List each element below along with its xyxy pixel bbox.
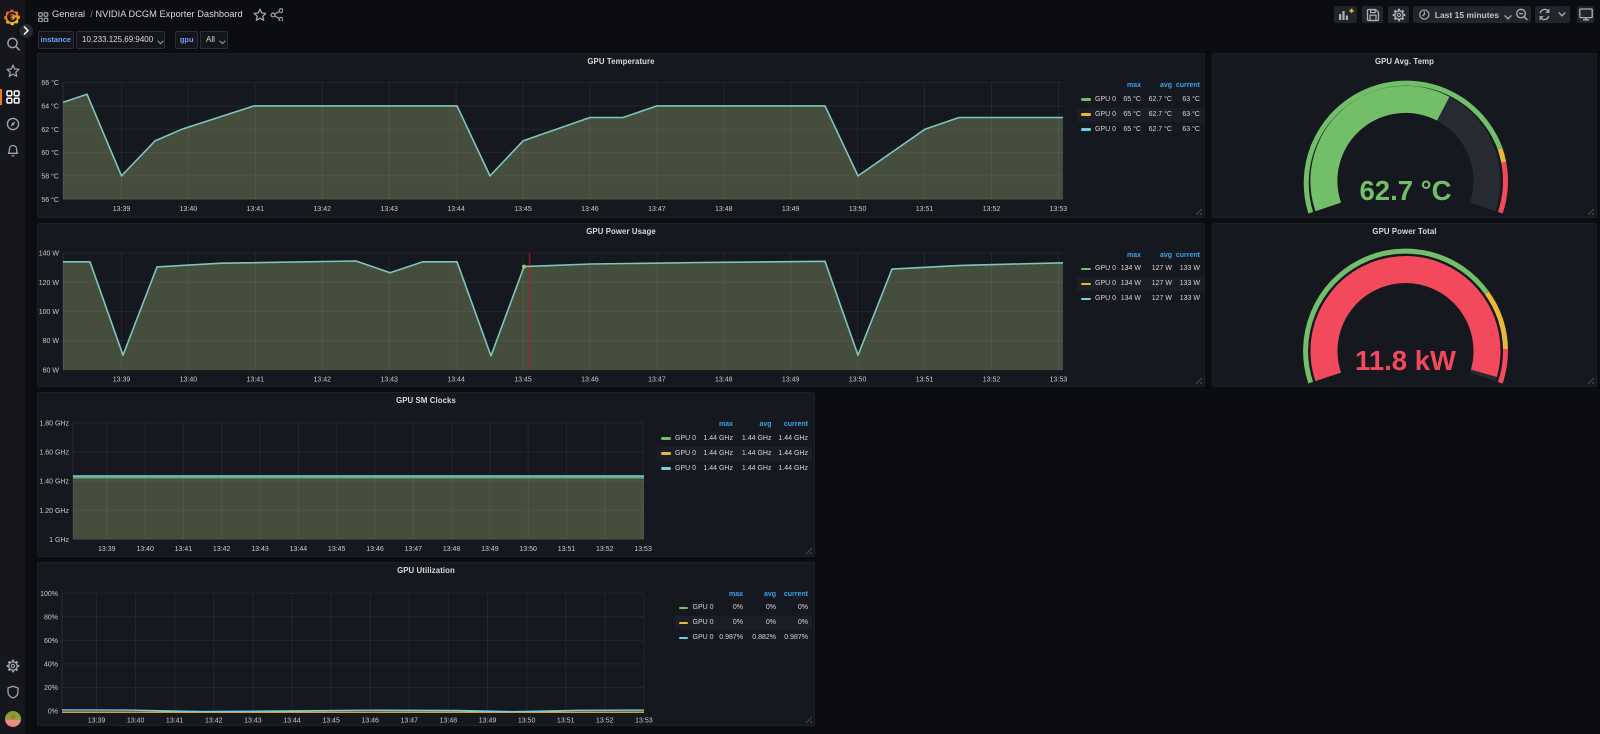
svg-text:64 °C: 64 °C [41,103,59,111]
svg-text:13:50: 13:50 [519,546,537,553]
svg-text:13:39: 13:39 [113,206,131,213]
svg-text:120 W: 120 W [39,279,60,286]
svg-text:13:39: 13:39 [113,376,131,383]
svg-text:13:47: 13:47 [648,376,666,383]
svg-text:13:53: 13:53 [634,546,652,553]
svg-text:80 W: 80 W [43,338,60,345]
svg-text:13:53: 13:53 [1050,376,1068,383]
svg-text:60 W: 60 W [43,367,60,374]
svg-text:13:48: 13:48 [715,206,733,213]
svg-text:13:44: 13:44 [447,206,465,213]
svg-text:140 W: 140 W [39,250,60,257]
svg-text:1.20 GHz: 1.20 GHz [39,508,69,515]
svg-text:13:48: 13:48 [443,546,461,553]
svg-text:60 °C: 60 °C [41,149,59,157]
svg-text:13:49: 13:49 [782,206,800,213]
svg-text:13:43: 13:43 [380,206,398,213]
svg-text:13:50: 13:50 [518,717,536,724]
svg-text:13:51: 13:51 [916,206,934,213]
svg-text:1.40 GHz: 1.40 GHz [39,479,69,486]
svg-text:13:51: 13:51 [558,546,576,553]
svg-text:13:42: 13:42 [213,546,231,553]
svg-text:60%: 60% [44,637,58,644]
svg-text:20%: 20% [44,685,58,692]
svg-text:13:41: 13:41 [247,206,265,213]
svg-text:13:46: 13:46 [366,546,384,553]
svg-text:13:53: 13:53 [635,717,653,724]
svg-text:100%: 100% [40,590,58,597]
svg-text:1.60 GHz: 1.60 GHz [39,450,69,457]
svg-text:13:50: 13:50 [849,376,867,383]
svg-text:1 GHz: 1 GHz [49,537,69,544]
svg-text:13:51: 13:51 [557,717,575,724]
svg-text:13:39: 13:39 [88,717,106,724]
svg-text:13:45: 13:45 [328,546,346,553]
svg-text:13:52: 13:52 [596,717,614,724]
svg-text:13:43: 13:43 [244,717,262,724]
svg-text:13:46: 13:46 [581,376,599,383]
svg-text:13:44: 13:44 [447,376,465,383]
svg-text:13:41: 13:41 [175,546,193,553]
svg-text:13:47: 13:47 [401,717,419,724]
svg-text:13:48: 13:48 [440,717,458,724]
svg-text:13:49: 13:49 [481,546,499,553]
svg-text:13:46: 13:46 [581,206,599,213]
svg-text:1.80 GHz: 1.80 GHz [39,420,69,427]
svg-text:13:52: 13:52 [983,376,1001,383]
svg-text:13:40: 13:40 [180,376,198,383]
svg-text:13:39: 13:39 [98,546,116,553]
svg-text:62.7 °C: 62.7 °C [1359,175,1451,206]
svg-text:40%: 40% [44,661,58,668]
svg-text:13:43: 13:43 [251,546,269,553]
svg-text:11.8 kW: 11.8 kW [1355,345,1456,376]
svg-text:0%: 0% [48,708,58,715]
svg-text:100 W: 100 W [39,309,60,316]
svg-text:13:43: 13:43 [380,376,398,383]
svg-text:66 °C: 66 °C [41,79,59,87]
svg-text:13:44: 13:44 [290,546,308,553]
svg-text:13:53: 13:53 [1050,206,1068,213]
svg-text:13:45: 13:45 [322,717,340,724]
svg-text:58 °C: 58 °C [41,173,59,181]
svg-text:13:41: 13:41 [247,376,265,383]
svg-text:13:47: 13:47 [648,206,666,213]
svg-text:13:51: 13:51 [916,376,934,383]
svg-text:13:46: 13:46 [361,717,379,724]
svg-text:13:48: 13:48 [715,376,733,383]
svg-text:13:42: 13:42 [314,376,332,383]
svg-text:13:50: 13:50 [849,206,867,213]
svg-text:13:44: 13:44 [283,717,301,724]
svg-text:80%: 80% [44,614,58,621]
svg-text:13:52: 13:52 [983,206,1001,213]
svg-text:13:45: 13:45 [514,376,532,383]
svg-text:13:42: 13:42 [205,717,223,724]
svg-text:13:49: 13:49 [782,376,800,383]
svg-text:13:52: 13:52 [596,546,614,553]
svg-text:13:49: 13:49 [479,717,497,724]
svg-text:13:47: 13:47 [405,546,423,553]
svg-text:13:41: 13:41 [166,717,184,724]
svg-text:56 °C: 56 °C [41,196,59,204]
svg-text:13:40: 13:40 [180,206,198,213]
svg-text:13:40: 13:40 [136,546,154,553]
svg-text:13:45: 13:45 [514,206,532,213]
svg-text:13:40: 13:40 [127,717,145,724]
svg-text:13:42: 13:42 [314,206,332,213]
svg-text:62 °C: 62 °C [41,126,59,134]
